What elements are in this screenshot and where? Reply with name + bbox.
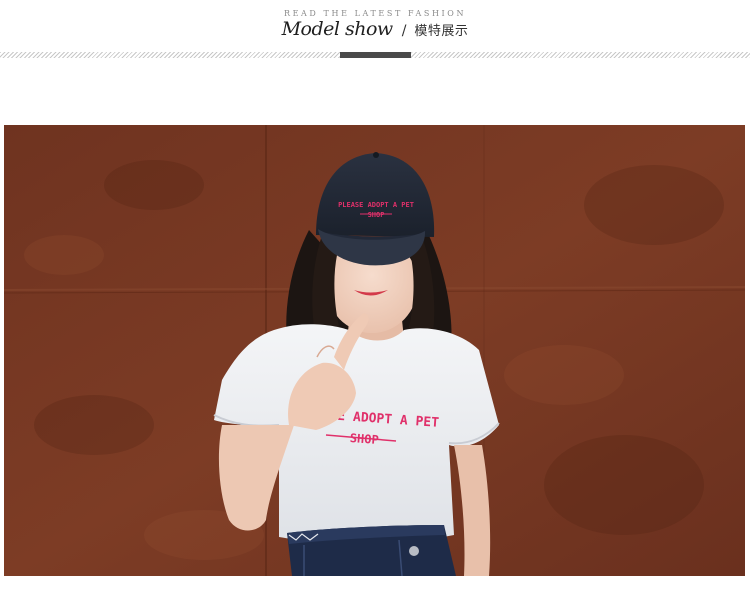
header-tagline: READ THE LATEST FASHION <box>283 9 467 18</box>
jeans-button <box>409 546 419 556</box>
model-photo-illustration: PLEASE ADOPT A PET SHOP SE ADOPT A PET S… <box>4 125 745 576</box>
title-separator: / <box>401 23 407 39</box>
model-photo: PLEASE ADOPT A PET SHOP SE ADOPT A PET S… <box>4 125 745 576</box>
title-chinese: 模特展示 <box>414 24 469 39</box>
section-header: READ THE LATEST FASHION Model show / 模特展… <box>0 0 750 60</box>
header-title: Model show / 模特展示 <box>0 18 750 40</box>
cap-print-line1: PLEASE ADOPT A PET <box>338 201 414 209</box>
cap-print-line2: SHOP <box>368 211 385 219</box>
title-english: Model show <box>281 18 394 40</box>
accent-bar <box>340 52 411 58</box>
